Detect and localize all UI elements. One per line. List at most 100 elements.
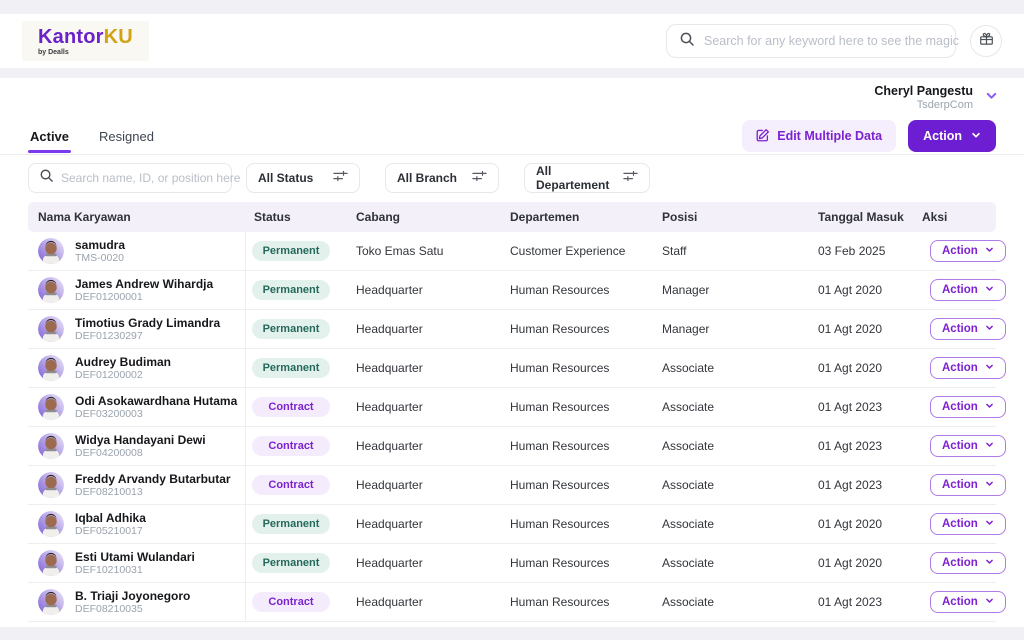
cabang-cell: Toko Emas Satu	[348, 244, 502, 258]
row-action-button[interactable]: Action	[930, 357, 1006, 379]
employee-id: DEF04200008	[75, 447, 206, 460]
row-action-button[interactable]: Action	[930, 435, 1006, 457]
status-badge: Permanent	[252, 319, 330, 339]
employee-name: Timotius Grady Limandra	[75, 316, 220, 330]
edit-multiple-data-button[interactable]: Edit Multiple Data	[742, 120, 896, 152]
row-action-button[interactable]: Action	[930, 474, 1006, 496]
posisi-cell: Manager	[654, 322, 810, 336]
status-badge: Permanent	[252, 553, 330, 573]
filters-row: Search name, ID, or position here All St…	[28, 163, 996, 193]
row-action-button[interactable]: Action	[930, 396, 1006, 418]
global-search-placeholder: Search for any keyword here to see the m…	[704, 34, 959, 48]
avatar	[38, 511, 64, 537]
aksi-cell: Action	[914, 240, 1006, 262]
logo-text: KantorKU	[38, 27, 133, 48]
row-action-label: Action	[942, 362, 978, 374]
posisi-cell: Staff	[654, 244, 810, 258]
aksi-cell: Action	[914, 513, 1006, 535]
posisi-cell: Associate	[654, 595, 810, 609]
row-action-label: Action	[942, 245, 978, 257]
tanggal-masuk-cell: 01 Agt 2023	[810, 478, 914, 492]
employee-name: Odi Asokawardhana Hutama	[75, 394, 237, 408]
employee-name-cell: Timotius Grady Limandra DEF01230297	[28, 310, 246, 348]
row-action-label: Action	[942, 479, 978, 491]
departemen-cell: Human Resources	[502, 517, 654, 531]
table-search-placeholder: Search name, ID, or position here	[61, 171, 240, 185]
filter-lines-icon	[333, 169, 348, 187]
table-search-input[interactable]: Search name, ID, or position here	[28, 163, 232, 193]
status-filter-label: All Status	[258, 171, 313, 185]
employee-name: Audrey Budiman	[75, 355, 171, 369]
table-row: B. Triaji Joyonegoro DEF08210035 Contrac…	[28, 583, 996, 622]
employee-id: DEF08210035	[75, 603, 190, 616]
branch-filter-dropdown[interactable]: All Branch	[385, 163, 499, 193]
aksi-cell: Action	[914, 591, 1006, 613]
table-row: samudra TMS-0020 Permanent Toko Emas Sat…	[28, 232, 996, 271]
user-company: TsderpCom	[874, 99, 973, 112]
tab-resigned[interactable]: Resigned	[97, 120, 156, 153]
posisi-cell: Associate	[654, 556, 810, 570]
tanggal-masuk-cell: 01 Agt 2020	[810, 283, 914, 297]
departemen-cell: Human Resources	[502, 283, 654, 297]
row-action-button[interactable]: Action	[930, 279, 1006, 301]
department-filter-dropdown[interactable]: All Departement	[524, 163, 650, 193]
employee-name-cell: B. Triaji Joyonegoro DEF08210035	[28, 583, 246, 621]
gift-button[interactable]	[970, 25, 1002, 57]
action-menu-button[interactable]: Action	[908, 120, 996, 152]
tanggal-masuk-cell: 01 Agt 2023	[810, 400, 914, 414]
chevron-down-icon	[985, 479, 994, 491]
row-action-label: Action	[942, 323, 978, 335]
row-action-button[interactable]: Action	[930, 318, 1006, 340]
status-badge: Permanent	[252, 280, 330, 300]
table-body: samudra TMS-0020 Permanent Toko Emas Sat…	[28, 232, 996, 622]
status-cell: Permanent	[246, 514, 348, 534]
search-icon	[679, 31, 695, 52]
status-cell: Contract	[246, 397, 348, 417]
employee-name: Esti Utami Wulandari	[75, 550, 195, 564]
aksi-cell: Action	[914, 474, 1006, 496]
employee-name-cell: Esti Utami Wulandari DEF10210031	[28, 544, 246, 582]
tanggal-masuk-cell: 01 Agt 2023	[810, 439, 914, 453]
employee-id: TMS-0020	[75, 252, 125, 265]
status-badge: Contract	[252, 592, 330, 612]
user-info[interactable]: Cheryl Pangestu TsderpCom	[874, 84, 973, 112]
employee-name-cell: Widya Handayani Dewi DEF04200008	[28, 427, 246, 465]
aksi-cell: Action	[914, 396, 1006, 418]
employee-name-cell: Freddy Arvandy Butarbutar DEF08210013	[28, 466, 246, 504]
logo-text-secondary: KU	[104, 26, 133, 48]
status-filter-dropdown[interactable]: All Status	[246, 163, 360, 193]
employee-id: DEF05210017	[75, 525, 146, 538]
employee-id: DEF01200001	[75, 291, 213, 304]
chevron-down-icon[interactable]	[985, 89, 998, 107]
cabang-cell: Headquarter	[348, 439, 502, 453]
employee-name: samudra	[75, 238, 125, 252]
column-header-status: Status	[246, 210, 348, 224]
posisi-cell: Associate	[654, 361, 810, 375]
global-search-input[interactable]: Search for any keyword here to see the m…	[666, 24, 956, 58]
row-action-button[interactable]: Action	[930, 240, 1006, 262]
user-name: Cheryl Pangestu	[874, 84, 973, 99]
employee-name: Widya Handayani Dewi	[75, 433, 206, 447]
branch-filter-label: All Branch	[397, 171, 457, 185]
tab-active[interactable]: Active	[28, 120, 71, 153]
employee-name-cell: Audrey Budiman DEF01200002	[28, 349, 246, 387]
cabang-cell: Headquarter	[348, 361, 502, 375]
filter-lines-icon	[623, 169, 638, 187]
tanggal-masuk-cell: 03 Feb 2025	[810, 244, 914, 258]
row-action-label: Action	[942, 401, 978, 413]
status-cell: Permanent	[246, 358, 348, 378]
status-badge: Permanent	[252, 358, 330, 378]
table-row: Timotius Grady Limandra DEF01230297 Perm…	[28, 310, 996, 349]
chevron-down-icon	[985, 557, 994, 569]
cabang-cell: Headquarter	[348, 478, 502, 492]
row-action-button[interactable]: Action	[930, 552, 1006, 574]
employee-name-cell: Iqbal Adhika DEF05210017	[28, 505, 246, 543]
row-action-button[interactable]: Action	[930, 513, 1006, 535]
table-row: Audrey Budiman DEF01200002 Permanent Hea…	[28, 349, 996, 388]
tanggal-masuk-cell: 01 Agt 2023	[810, 595, 914, 609]
row-action-button[interactable]: Action	[930, 591, 1006, 613]
avatar	[38, 277, 64, 303]
employee-name-cell: samudra TMS-0020	[28, 232, 246, 270]
posisi-cell: Manager	[654, 283, 810, 297]
tanggal-masuk-cell: 01 Agt 2020	[810, 517, 914, 531]
